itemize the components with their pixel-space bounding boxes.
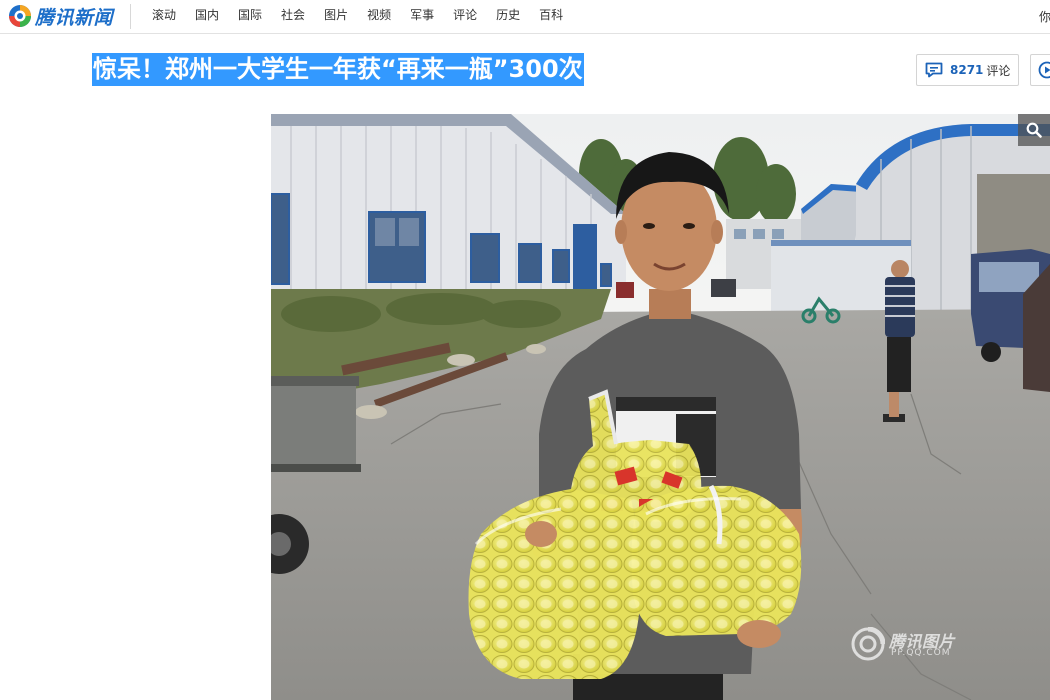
nav-item-domestic[interactable]: 国内 [195, 8, 219, 22]
search-icon [1026, 122, 1042, 138]
nav-item-comment[interactable]: 评论 [453, 8, 477, 22]
photo-scene [271, 114, 1050, 700]
nav-item-international[interactable]: 国际 [238, 8, 262, 22]
photo-watermark: 腾讯图片 PP.QQ.COM [851, 626, 961, 662]
nav-item-military[interactable]: 军事 [410, 8, 434, 22]
tencent-pics-watermark-icon [851, 627, 885, 661]
comment-label: 评论 [986, 63, 1011, 78]
article-photo[interactable] [271, 114, 1050, 700]
watermark-subtext: PP.QQ.COM [891, 648, 951, 658]
tencent-news-logo-icon [9, 5, 31, 27]
nav-item-encyclopedia[interactable]: 百科 [539, 8, 563, 22]
comment-count: 8271 [950, 63, 984, 77]
nav-item-society[interactable]: 社会 [281, 8, 305, 22]
tencent-news-logo[interactable]: 腾讯新闻 [8, 4, 114, 29]
user-link[interactable]: 你 [1039, 8, 1050, 25]
video-button[interactable] [1030, 54, 1050, 86]
image-zoom-button[interactable] [1018, 114, 1050, 146]
nav-item-pictures[interactable]: 图片 [324, 8, 348, 22]
logo-text: 腾讯新闻 [35, 6, 114, 29]
nav-divider [130, 4, 131, 29]
comment-button[interactable]: 8271 评论 [916, 54, 1019, 86]
main-nav: 滚动 国内 国际 社会 图片 视频 军事 评论 历史 百科 [152, 8, 582, 22]
nav-item-scroll[interactable]: 滚动 [152, 8, 176, 22]
top-navigation-bar: 腾讯新闻 滚动 国内 国际 社会 图片 视频 军事 评论 历史 百科 你 [0, 0, 1050, 34]
video-play-icon [1038, 61, 1050, 79]
comment-icon [925, 62, 943, 78]
article-title: 惊呆！郑州一大学生一年获“再来一瓶”300次 [92, 53, 584, 86]
nav-item-video[interactable]: 视频 [367, 8, 391, 22]
nav-item-history[interactable]: 历史 [496, 8, 520, 22]
